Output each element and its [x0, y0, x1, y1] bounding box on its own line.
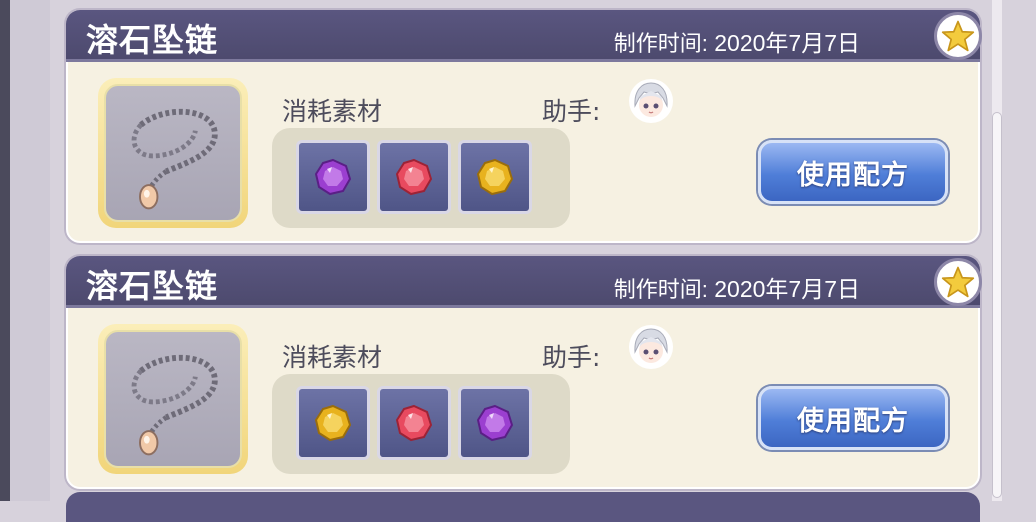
craft-date: 制作时间: 2020年7月7日	[614, 270, 860, 304]
materials-tray	[272, 128, 570, 228]
pendant-necklace-icon	[131, 108, 218, 210]
helper-label: 助手:	[542, 97, 601, 126]
helper-avatar-icon[interactable]	[628, 324, 674, 370]
yellow-gem-icon	[314, 404, 352, 442]
star-icon	[941, 266, 975, 298]
favorite-star-button[interactable]	[934, 12, 982, 60]
next-recipe-card-edge	[66, 492, 980, 522]
recipe-header: 溶石坠链 制作时间: 2020年7月7日	[66, 10, 980, 62]
material-slot[interactable]	[458, 386, 532, 460]
craft-date: 制作时间: 2020年7月7日	[614, 24, 860, 58]
material-slot[interactable]	[377, 386, 451, 460]
purple-gem-icon	[476, 404, 514, 442]
recipe-header: 溶石坠链 制作时间: 2020年7月7日	[66, 256, 980, 308]
craft-date-value: 2020年7月7日	[714, 276, 860, 302]
left-panel-edge	[10, 0, 50, 501]
helper-avatar-icon[interactable]	[628, 78, 674, 124]
pendant-necklace-icon	[131, 354, 218, 456]
material-slot[interactable]	[458, 140, 532, 214]
window-edge	[0, 0, 10, 501]
recipe-title: 溶石坠链	[86, 267, 219, 305]
recipe-card: 溶石坠链 制作时间: 2020年7月7日 消耗素材 助手: 使用配方	[66, 10, 982, 243]
recipe-card: 溶石坠链 制作时间: 2020年7月7日 消耗素材 助手: 使用配方	[66, 256, 982, 489]
item-slot[interactable]	[98, 78, 248, 228]
use-recipe-button[interactable]: 使用配方	[758, 386, 948, 450]
red-gem-icon	[395, 404, 433, 442]
item-slot-inner	[104, 84, 242, 222]
favorite-star-button[interactable]	[934, 258, 982, 306]
materials-label: 消耗素材	[282, 343, 383, 372]
material-slot[interactable]	[296, 386, 370, 460]
recipe-title: 溶石坠链	[86, 21, 219, 59]
material-slot[interactable]	[296, 140, 370, 214]
red-gem-icon	[395, 158, 433, 196]
craft-date-label: 制作时间:	[613, 277, 708, 302]
materials-tray	[272, 374, 570, 474]
use-recipe-button[interactable]: 使用配方	[758, 140, 948, 204]
craft-date-value: 2020年7月7日	[714, 30, 860, 56]
yellow-gem-icon	[476, 158, 514, 196]
material-slot[interactable]	[377, 140, 451, 214]
purple-gem-icon	[314, 158, 352, 196]
materials-label: 消耗素材	[282, 97, 383, 126]
craft-date-label: 制作时间:	[613, 31, 708, 56]
helper-label: 助手:	[542, 343, 601, 372]
item-slot-inner	[104, 330, 242, 468]
star-icon	[941, 20, 975, 52]
item-slot[interactable]	[98, 324, 248, 474]
scrollbar-thumb[interactable]	[992, 112, 1002, 498]
